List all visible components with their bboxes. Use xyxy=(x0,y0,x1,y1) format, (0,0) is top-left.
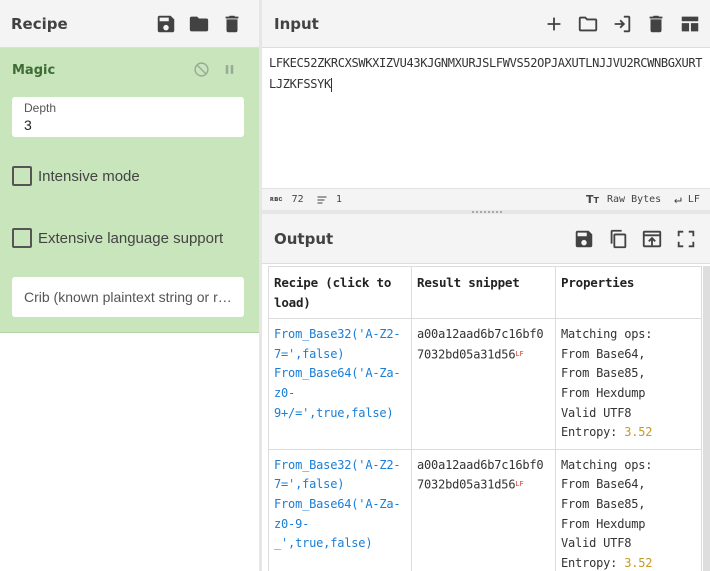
text-caret xyxy=(330,77,332,92)
magic-results-table: Recipe (click to load) Result snippet Pr… xyxy=(268,265,702,571)
fullscreen-icon[interactable] xyxy=(674,227,698,251)
depth-label: Depth xyxy=(24,101,57,115)
eol-marker: LF xyxy=(515,349,524,358)
input-title: Input xyxy=(274,14,319,33)
recipe-link[interactable]: From_Base32('A-Z2-7=',false) From_Base64… xyxy=(274,458,401,550)
result-snippet: a00a12aad6b7c16bf07032bd05a31d56 xyxy=(417,457,544,492)
splitter-grip[interactable] xyxy=(472,211,502,213)
copy-icon[interactable] xyxy=(606,227,630,251)
input-content: LFKEC52ZKRCXSWKXIZVU43KJGNMXURJSLFWVS52O… xyxy=(269,56,703,91)
table-header-row: Recipe (click to load) Result snippet Pr… xyxy=(268,265,702,320)
recipe-list: Magic Depth 3 Intensive mode Extensive l… xyxy=(0,48,259,571)
eol-marker: LF xyxy=(515,480,524,489)
extensive-language-option[interactable]: Extensive language support xyxy=(12,228,223,248)
entropy-label: Entropy: xyxy=(561,555,618,570)
entropy-value: 3.52 xyxy=(624,555,653,570)
recipe-cell[interactable]: From_Base32('A-Z2-7=',false) From_Base64… xyxy=(268,318,412,450)
lines-icon xyxy=(317,196,327,203)
output-title: Output xyxy=(274,229,334,248)
input-header: Input xyxy=(262,0,710,48)
table-row: From_Base32('A-Z2-7=',false) From_Base64… xyxy=(268,318,702,450)
save-icon[interactable] xyxy=(572,227,596,251)
eol-label: LF xyxy=(687,194,700,205)
replace-input-icon[interactable] xyxy=(640,227,664,251)
layout-icon[interactable] xyxy=(678,12,702,36)
recipe-link[interactable]: From_Base32('A-Z2-7=',false) From_Base64… xyxy=(274,327,401,419)
raw-bytes-label: Raw Bytes xyxy=(606,194,662,205)
output-area: Recipe (click to load) Result snippet Pr… xyxy=(262,264,710,571)
crib-placeholder: Crib (known plaintext string or regex) xyxy=(24,289,232,305)
column-header: Recipe (click to load) xyxy=(268,265,412,320)
pause-icon[interactable] xyxy=(220,60,238,78)
column-header: Properties xyxy=(555,265,702,320)
properties-cell: Matching ops: From Base64, From Base85, … xyxy=(555,318,702,450)
properties-text: Matching ops: From Base64, From Base85, … xyxy=(561,327,653,420)
open-folder-icon[interactable] xyxy=(576,12,600,36)
output-scrollbar[interactable] xyxy=(703,266,710,571)
properties-cell: Matching ops: From Base64, From Base85, … xyxy=(555,448,702,571)
extensive-language-label: Extensive language support xyxy=(38,229,224,247)
recipe-title: Recipe xyxy=(11,14,68,33)
length-value: 72 xyxy=(291,194,304,205)
plus-icon[interactable] xyxy=(542,12,566,36)
magic-operation[interactable]: Magic Depth 3 Intensive mode Extensive l… xyxy=(0,48,259,333)
properties-text: Matching ops: From Base64, From Base85, … xyxy=(561,457,653,551)
entropy-label: Entropy: xyxy=(561,425,618,440)
depth-value[interactable]: 3 xyxy=(24,117,232,133)
folder-icon[interactable] xyxy=(187,12,211,36)
input-status-bar: ʀʙᴄ 72 1 TT Raw Bytes ↵ LF xyxy=(262,188,710,210)
length-icon: ʀʙᴄ xyxy=(270,195,283,203)
lines-stat: 1 xyxy=(316,194,342,206)
extensive-language-checkbox[interactable] xyxy=(12,228,32,248)
intensive-mode-label: Intensive mode xyxy=(38,167,140,185)
snippet-cell: a00a12aad6b7c16bf07032bd05a31d56LF xyxy=(411,448,556,571)
disable-icon[interactable] xyxy=(192,60,210,78)
save-icon[interactable] xyxy=(154,12,178,36)
recipe-header: Recipe xyxy=(0,0,259,48)
input-textarea[interactable]: LFKEC52ZKRCXSWKXIZVU43KJGNMXURJSLFWVS52O… xyxy=(262,48,710,188)
table-row: From_Base32('A-Z2-7=',false) From_Base64… xyxy=(268,448,702,571)
result-snippet: a00a12aad6b7c16bf07032bd05a31d56 xyxy=(417,327,544,362)
snippet-cell: a00a12aad6b7c16bf07032bd05a31d56LF xyxy=(411,318,556,450)
intensive-mode-option[interactable]: Intensive mode xyxy=(12,166,140,186)
column-header: Result snippet xyxy=(411,265,556,320)
intensive-mode-checkbox[interactable] xyxy=(12,166,32,186)
output-header: Output xyxy=(262,214,710,264)
trash-icon[interactable] xyxy=(644,12,668,36)
eol-toggle[interactable]: ↵ LF xyxy=(674,192,700,207)
raw-bytes-toggle[interactable]: TT Raw Bytes xyxy=(586,193,661,206)
operation-title: Magic xyxy=(12,63,56,78)
return-arrow-icon: ↵ xyxy=(674,192,682,207)
recipe-cell[interactable]: From_Base32('A-Z2-7=',false) From_Base64… xyxy=(268,448,412,571)
lines-value: 1 xyxy=(336,194,343,205)
depth-field[interactable]: Depth 3 xyxy=(12,97,244,137)
crib-input[interactable]: Crib (known plaintext string or regex) xyxy=(12,277,244,317)
entropy-value: 3.52 xyxy=(624,425,653,440)
length-stat: ʀʙᴄ 72 xyxy=(270,194,304,205)
text-format-icon: TT xyxy=(586,193,599,206)
open-file-icon[interactable] xyxy=(610,12,634,36)
trash-icon[interactable] xyxy=(220,12,244,36)
